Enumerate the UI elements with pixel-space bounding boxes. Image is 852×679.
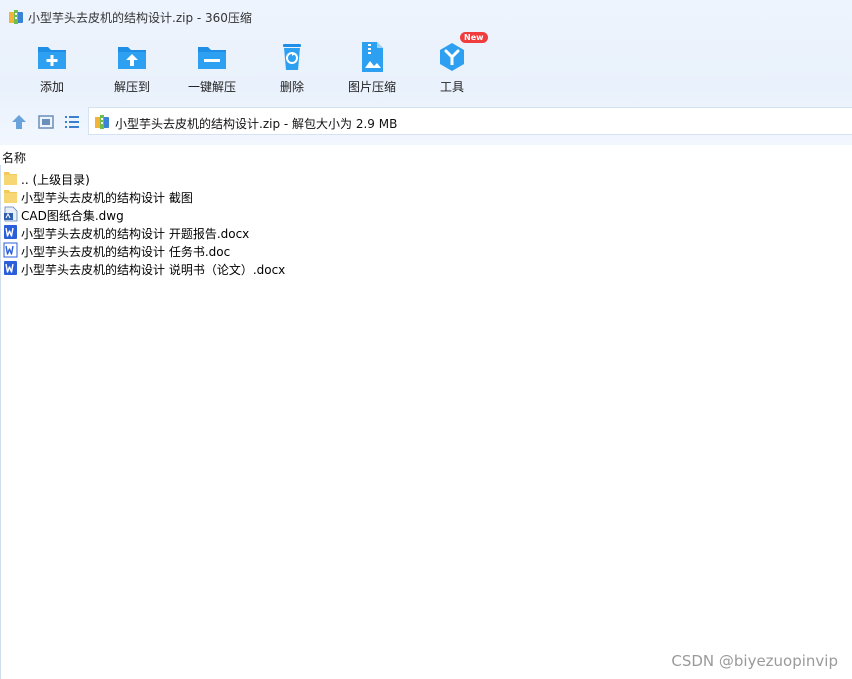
list-item[interactable]: 小型芋头去皮机的结构设计 开题报告.docx <box>0 223 852 241</box>
watermark: CSDN @biyezuopinvip <box>671 652 838 670</box>
one-click-extract-label: 一键解压 <box>187 80 236 94</box>
list-item[interactable]: 小型芋头去皮机的结构设计 说明书（论文）.docx <box>0 259 852 277</box>
tools-icon <box>440 43 464 71</box>
file-name: CAD图纸合集.dwg <box>21 209 124 223</box>
image-compress-button[interactable]: 图片压缩 <box>332 34 412 100</box>
folder-icon <box>4 172 17 185</box>
up-arrow-icon[interactable] <box>10 113 28 131</box>
archive-file-icon <box>95 115 109 129</box>
dwg-file-icon <box>4 206 18 222</box>
extract-to-label: 解压到 <box>113 80 150 94</box>
word-doc-icon <box>3 242 18 258</box>
column-header-name[interactable]: 名称 <box>0 145 852 165</box>
image-compress-icon <box>362 42 383 72</box>
one-click-extract-button[interactable]: 一键解压 <box>172 34 252 100</box>
tools-label: 工具 <box>439 80 464 94</box>
file-name: 小型芋头去皮机的结构设计 截图 <box>21 191 193 205</box>
list-item[interactable]: 小型芋头去皮机的结构设计 截图 <box>0 187 852 205</box>
list-item[interactable]: 小型芋头去皮机的结构设计 任务书.doc <box>0 241 852 259</box>
file-name: .. (上级目录) <box>21 173 90 187</box>
delete-label: 删除 <box>279 80 304 94</box>
recycle-bin-icon <box>283 44 301 70</box>
delete-button[interactable]: 删除 <box>252 34 332 100</box>
folder-icon <box>4 190 17 203</box>
tools-button[interactable]: New 工具 <box>412 32 492 100</box>
word-docx-icon <box>4 261 17 275</box>
file-name: 小型芋头去皮机的结构设计 说明书（论文）.docx <box>21 263 286 277</box>
image-compress-label: 图片压缩 <box>347 80 396 94</box>
file-name: 小型芋头去皮机的结构设计 任务书.doc <box>21 245 231 259</box>
list-view-icon[interactable] <box>63 113 81 131</box>
add-label: 添加 <box>39 80 64 94</box>
extract-to-button[interactable]: 解压到 <box>92 34 172 100</box>
address-bar[interactable]: 小型芋头去皮机的结构设计.zip - 解包大小为 2.9 MB <box>88 107 852 135</box>
file-name: 小型芋头去皮机的结构设计 开题报告.docx <box>21 227 250 241</box>
navigation-bar: 小型芋头去皮机的结构设计.zip - 解包大小为 2.9 MB <box>0 106 852 138</box>
word-docx-icon <box>4 225 17 239</box>
list-item-parent-directory[interactable]: .. (上级目录) <box>0 169 852 187</box>
new-badge: New <box>460 32 488 43</box>
thumbnail-view-icon[interactable] <box>37 113 55 131</box>
file-list: .. (上级目录) 小型芋头去皮机的结构设计 截图 CAD图纸合集.dwg 小型… <box>0 169 852 277</box>
add-icon <box>38 47 66 69</box>
add-button[interactable]: 添加 <box>12 34 92 100</box>
window-title: 小型芋头去皮机的结构设计.zip - 360压缩 <box>28 11 252 25</box>
extract-to-icon <box>118 47 146 69</box>
archive-app-icon <box>9 10 23 24</box>
title-bar: 小型芋头去皮机的结构设计.zip - 360压缩 <box>0 0 852 34</box>
list-item[interactable]: CAD图纸合集.dwg <box>0 205 852 223</box>
address-text: 小型芋头去皮机的结构设计.zip - 解包大小为 2.9 MB <box>115 117 398 131</box>
one-click-extract-icon <box>198 47 226 69</box>
column-header-label: 名称 <box>2 151 27 165</box>
toolbar: 添加 解压到 一键解压 删除 图片压缩 New 工具 <box>0 32 852 104</box>
